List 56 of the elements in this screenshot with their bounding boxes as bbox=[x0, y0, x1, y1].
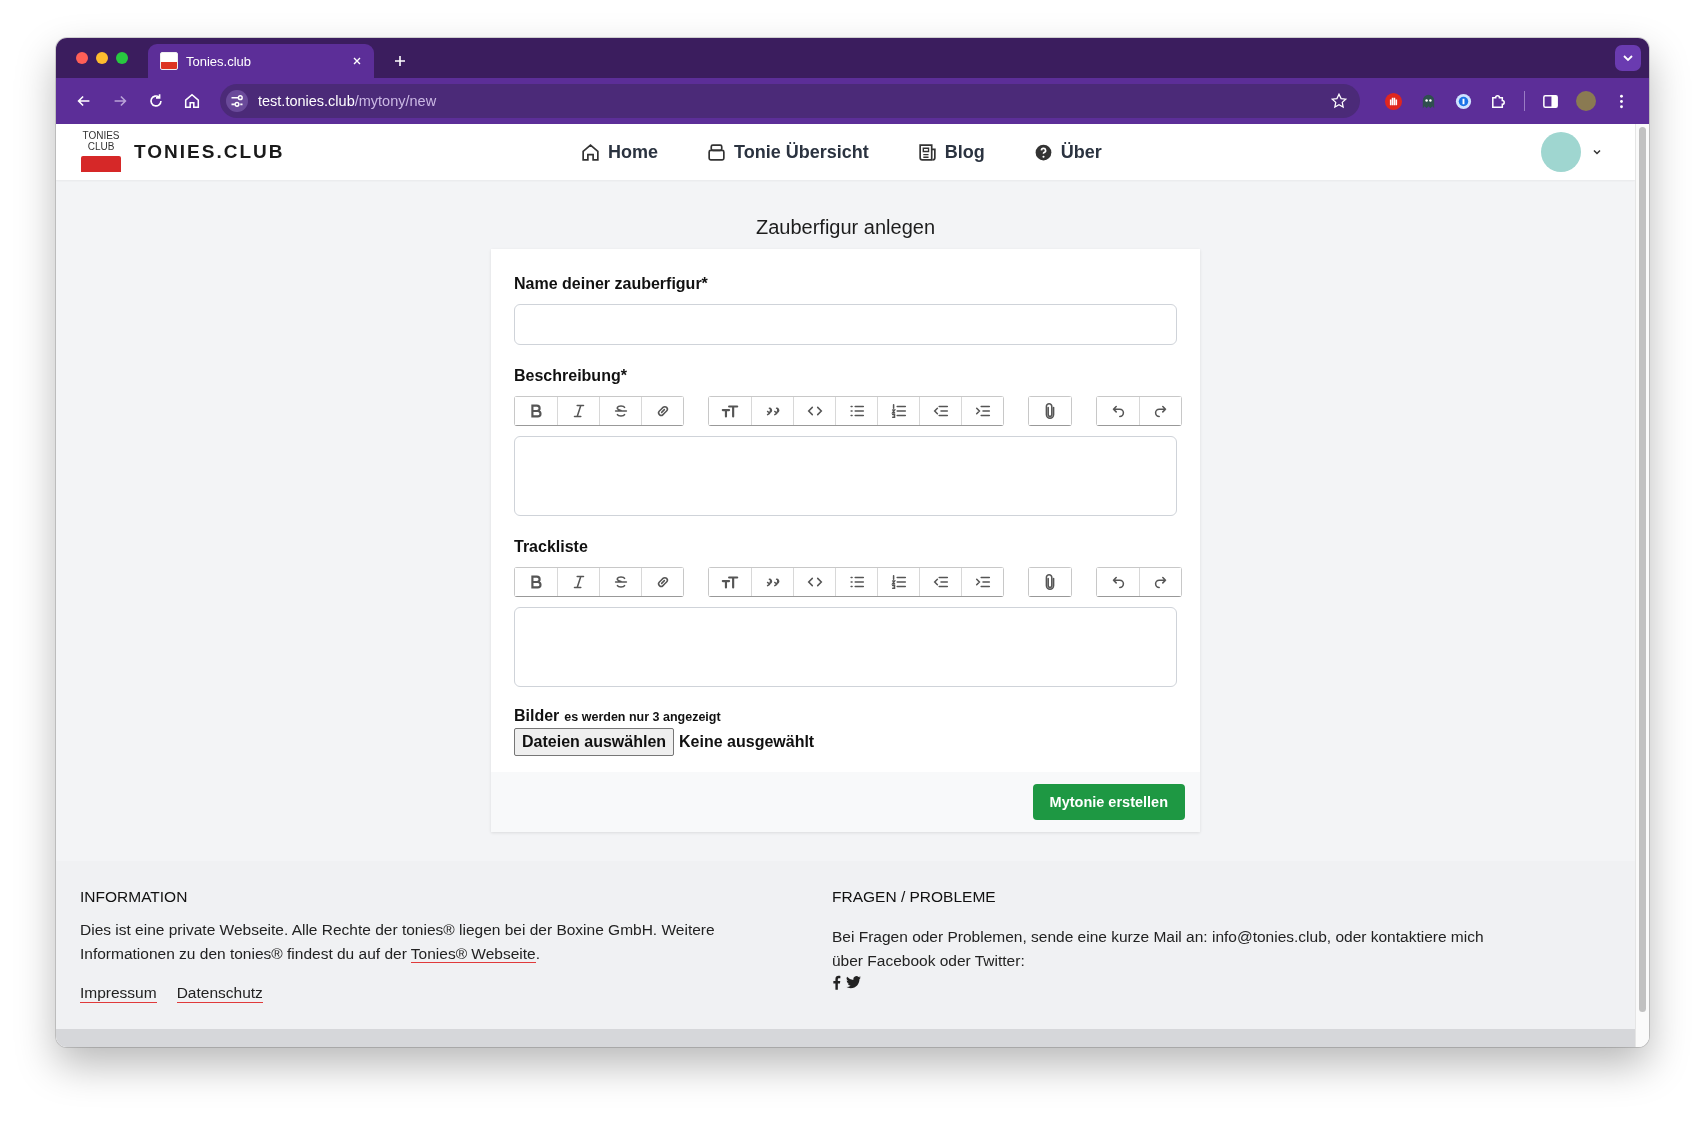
address-bar[interactable]: test.tonies.club/mytony/new bbox=[220, 84, 1360, 118]
footer-text: Dies ist eine private Webseite. Alle Rechte der tonies® liegen bei der Boxine GmbH. Weitere Informationen zu den tonies® findest du auf der Tonies® Webseite. bbox=[80, 920, 716, 965]
footer-text: Bei Fragen oder Problemen, sende eine kurze Mail an: info@tonies.club, oder kontaktiere mich über Facebook oder Twitter: bbox=[832, 927, 1485, 971]
facebook-icon[interactable] bbox=[832, 975, 841, 990]
site-settings-icon[interactable] bbox=[226, 90, 248, 112]
heading-icon bbox=[721, 402, 739, 420]
new-tab-icon[interactable] bbox=[394, 55, 406, 67]
footer-link[interactable]: Impressum bbox=[80, 984, 157, 1003]
bookmark-star-icon[interactable] bbox=[1330, 92, 1348, 110]
indent-button[interactable] bbox=[961, 397, 1003, 425]
nav-link[interactable]: Tonie Übersicht bbox=[706, 141, 869, 163]
redo-button[interactable] bbox=[1139, 397, 1181, 425]
attachment-button[interactable] bbox=[1029, 568, 1071, 596]
minimize-window-icon[interactable] bbox=[96, 52, 108, 64]
reload-icon[interactable] bbox=[147, 92, 165, 110]
site-brand[interactable]: TONIES.CLUB bbox=[134, 141, 285, 163]
footer-heading: FRAGEN / PROBLEME bbox=[832, 888, 997, 906]
numbered-list-icon bbox=[889, 402, 908, 420]
box-icon bbox=[706, 141, 727, 163]
submit-button[interactable]: Mytonie erstellen bbox=[1032, 784, 1185, 820]
field-label: Name deiner zauberfigur* bbox=[514, 275, 709, 293]
field-label: Beschreibung* bbox=[514, 367, 628, 385]
attachment-button[interactable] bbox=[1029, 397, 1071, 425]
input-field[interactable] bbox=[514, 304, 1177, 345]
footer-link[interactable]: Datenschutz bbox=[176, 984, 263, 1003]
field-label: Bilder bbox=[514, 707, 560, 725]
file-status: Keine ausgewählt bbox=[679, 733, 815, 751]
link-button[interactable] bbox=[641, 397, 683, 425]
nav-link[interactable]: Blog bbox=[916, 141, 985, 163]
url-text: test.tonies.club/mytony/new bbox=[258, 93, 437, 109]
page-title: Zauberfigur anlegen bbox=[756, 216, 935, 239]
tab-search-icon[interactable] bbox=[1615, 45, 1641, 71]
heading-icon bbox=[721, 573, 739, 591]
close-window-icon[interactable] bbox=[76, 52, 88, 64]
zoom-window-icon[interactable] bbox=[116, 52, 128, 64]
logo[interactable]: TONIES CLUB bbox=[80, 130, 122, 180]
link-button[interactable] bbox=[641, 568, 683, 596]
home-icon[interactable] bbox=[183, 92, 201, 110]
footer-heading: INFORMATION bbox=[80, 888, 189, 906]
favicon-icon bbox=[160, 52, 178, 70]
indent-button[interactable] bbox=[961, 568, 1003, 596]
browser-tab[interactable]: Tonies.club bbox=[148, 44, 374, 78]
numbered-list-icon bbox=[889, 573, 908, 591]
field-label: Trackliste bbox=[514, 538, 589, 556]
newspaper-icon bbox=[916, 141, 938, 163]
redo-button[interactable] bbox=[1139, 568, 1181, 596]
tab-title: Tonies.club bbox=[186, 53, 253, 69]
bird-icon[interactable] bbox=[846, 976, 861, 989]
house-icon bbox=[580, 141, 601, 163]
choose-files-button[interactable]: Dateien auswählen bbox=[514, 728, 675, 756]
field-hint: es werden nur 3 angezeigt bbox=[564, 710, 721, 724]
nav-link[interactable]: Über bbox=[1032, 141, 1102, 163]
close-icon[interactable] bbox=[352, 56, 362, 66]
nav-link[interactable]: Home bbox=[580, 141, 658, 163]
website-link[interactable]: Tonies® Webseite bbox=[410, 945, 536, 963]
scrollbar-thumb[interactable] bbox=[1639, 127, 1646, 1012]
